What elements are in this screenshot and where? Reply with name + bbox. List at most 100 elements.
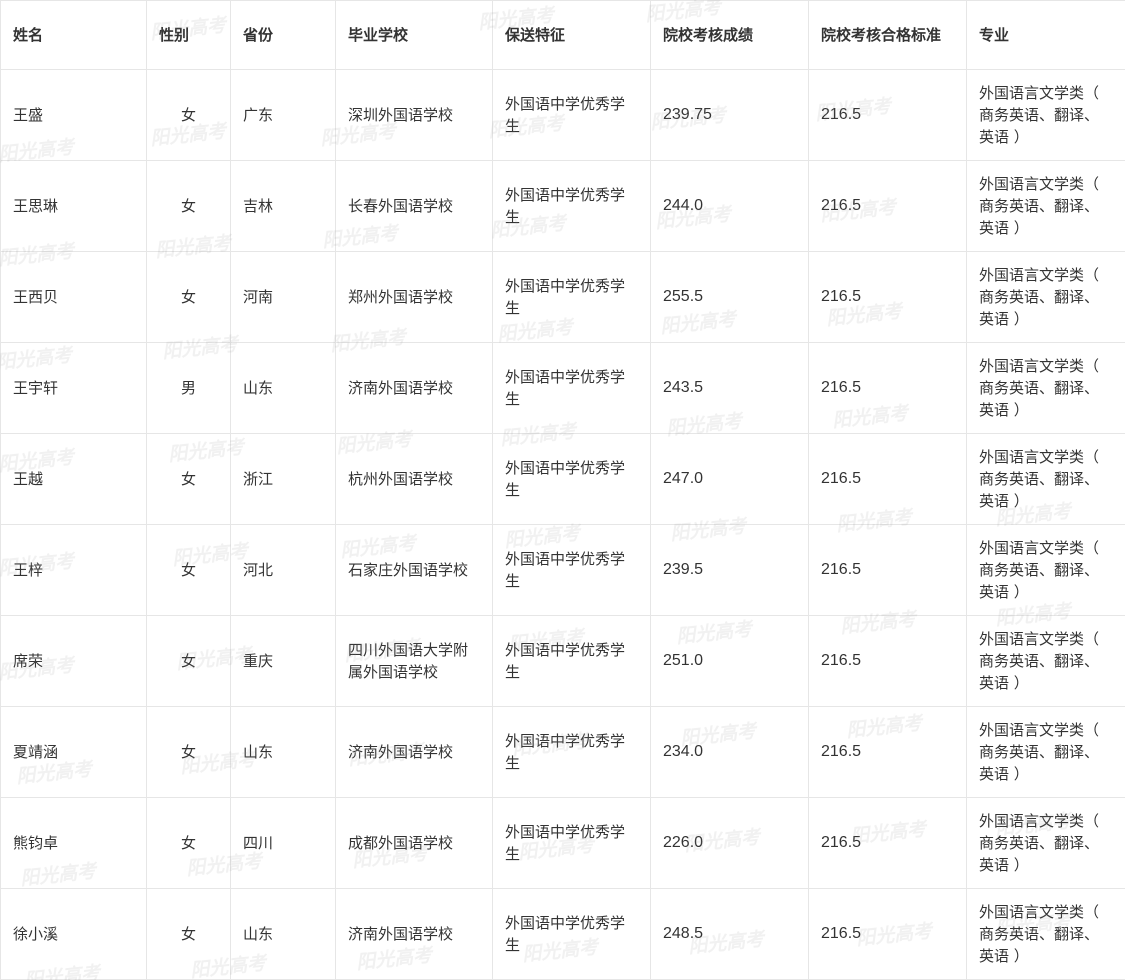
cell-gender: 女 xyxy=(146,797,231,889)
cell-feature: 外国语中学优秀学生 xyxy=(492,797,651,889)
cell-standard: 216.5 xyxy=(808,797,967,889)
cell-major: 外国语言文学类（ 商务英语、翻译、英语 ） xyxy=(966,888,1125,980)
cell-standard: 216.5 xyxy=(808,615,967,707)
cell-major: 外国语言文学类（ 商务英语、翻译、英语 ） xyxy=(966,160,1125,252)
table-row: 王梓女河北 石家庄外国语学校 外国语中学优秀学生 239.5 216.5 外国语言文学类（… xyxy=(0,524,1125,616)
cell-gender: 女 xyxy=(146,69,231,161)
cell-score: 247.0 xyxy=(650,433,809,525)
cell-feature: 外国语中学优秀学生 xyxy=(492,342,651,434)
cell-major: 外国语言文学类（ 商务英语、翻译、英语 ） xyxy=(966,433,1125,525)
cell-school: 成都外国语学校 xyxy=(335,797,493,889)
cell-gender: 男 xyxy=(146,342,231,434)
cell-feature: 外国语中学优秀学生 xyxy=(492,433,651,525)
header-name: 姓名 xyxy=(0,0,147,70)
cell-gender: 女 xyxy=(146,251,231,343)
cell-name: 徐小溪 xyxy=(0,888,147,980)
cell-standard: 216.5 xyxy=(808,706,967,798)
cell-feature: 外国语中学优秀学生 xyxy=(492,160,651,252)
cell-score: 239.5 xyxy=(650,524,809,616)
cell-province: 河北 xyxy=(230,524,336,616)
cell-name: 熊钧卓 xyxy=(0,797,147,889)
cell-name: 王宇轩 xyxy=(0,342,147,434)
header-score: 院校考核成绩 xyxy=(650,0,809,70)
table-row: 王盛女广东 深圳外国语学校 外国语中学优秀学生 239.75 216.5 外国语言文学类（… xyxy=(0,69,1125,161)
cell-province: 广东 xyxy=(230,69,336,161)
cell-name: 王梓 xyxy=(0,524,147,616)
cell-school: 济南外国语学校 xyxy=(335,342,493,434)
cell-gender: 女 xyxy=(146,615,231,707)
cell-gender: 女 xyxy=(146,524,231,616)
cell-school: 济南外国语学校 xyxy=(335,888,493,980)
cell-feature: 外国语中学优秀学生 xyxy=(492,251,651,343)
table-row: 王西贝女河南 郑州外国语学校 外国语中学优秀学生 255.5 216.5 外国语言文学类（… xyxy=(0,251,1125,343)
cell-province: 山东 xyxy=(230,706,336,798)
cell-name: 王越 xyxy=(0,433,147,525)
cell-name: 夏靖涵 xyxy=(0,706,147,798)
table-row: 王宇轩男山东 济南外国语学校 外国语中学优秀学生 243.5 216.5 外国语言文学类（… xyxy=(0,342,1125,434)
cell-province: 重庆 xyxy=(230,615,336,707)
cell-score: 244.0 xyxy=(650,160,809,252)
cell-score: 239.75 xyxy=(650,69,809,161)
cell-name: 席荣 xyxy=(0,615,147,707)
cell-standard: 216.5 xyxy=(808,433,967,525)
cell-school: 石家庄外国语学校 xyxy=(335,524,493,616)
cell-score: 251.0 xyxy=(650,615,809,707)
cell-major: 外国语言文学类（ 商务英语、翻译、英语 ） xyxy=(966,797,1125,889)
cell-score: 234.0 xyxy=(650,706,809,798)
cell-name: 王思琳 xyxy=(0,160,147,252)
table-row: 徐小溪女山东 济南外国语学校 外国语中学优秀学生 248.5 216.5 外国语言文学类（… xyxy=(0,888,1125,980)
cell-feature: 外国语中学优秀学生 xyxy=(492,706,651,798)
cell-standard: 216.5 xyxy=(808,251,967,343)
cell-province: 浙江 xyxy=(230,433,336,525)
table-header: 姓名 性别 省份 毕业学校 保送特征 院校考核成绩 院校考核合格标准 专业 xyxy=(0,0,1125,70)
cell-school: 四川外国语大学附属外国语学校 xyxy=(335,615,493,707)
cell-gender: 女 xyxy=(146,888,231,980)
admission-table: 姓名 性别 省份 毕业学校 保送特征 院校考核成绩 院校考核合格标准 专业 王盛… xyxy=(0,0,1125,980)
cell-major: 外国语言文学类（ 商务英语、翻译、英语 ） xyxy=(966,524,1125,616)
table-row: 王思琳女吉林 长春外国语学校 外国语中学优秀学生 244.0 216.5 外国语言文学类（… xyxy=(0,160,1125,252)
cell-standard: 216.5 xyxy=(808,524,967,616)
header-standard: 院校考核合格标准 xyxy=(808,0,967,70)
cell-school: 济南外国语学校 xyxy=(335,706,493,798)
cell-major: 外国语言文学类（ 商务英语、翻译、英语 ） xyxy=(966,342,1125,434)
table-row: 夏靖涵女山东 济南外国语学校 外国语中学优秀学生 234.0 216.5 外国语言文学类（… xyxy=(0,706,1125,798)
cell-feature: 外国语中学优秀学生 xyxy=(492,888,651,980)
cell-province: 四川 xyxy=(230,797,336,889)
header-row: 姓名 性别 省份 毕业学校 保送特征 院校考核成绩 院校考核合格标准 专业 xyxy=(0,0,1125,70)
cell-gender: 女 xyxy=(146,706,231,798)
cell-feature: 外国语中学优秀学生 xyxy=(492,69,651,161)
cell-province: 山东 xyxy=(230,342,336,434)
header-school: 毕业学校 xyxy=(335,0,493,70)
cell-name: 王西贝 xyxy=(0,251,147,343)
cell-major: 外国语言文学类（ 商务英语、翻译、英语 ） xyxy=(966,69,1125,161)
table-row: 熊钧卓女四川 成都外国语学校 外国语中学优秀学生 226.0 216.5 外国语言文学类（… xyxy=(0,797,1125,889)
cell-score: 243.5 xyxy=(650,342,809,434)
cell-school: 郑州外国语学校 xyxy=(335,251,493,343)
header-major: 专业 xyxy=(966,0,1125,70)
cell-school: 杭州外国语学校 xyxy=(335,433,493,525)
header-gender: 性别 xyxy=(146,0,231,70)
cell-province: 河南 xyxy=(230,251,336,343)
cell-standard: 216.5 xyxy=(808,160,967,252)
cell-major: 外国语言文学类（ 商务英语、翻译、英语 ） xyxy=(966,615,1125,707)
cell-school: 深圳外国语学校 xyxy=(335,69,493,161)
cell-province: 吉林 xyxy=(230,160,336,252)
cell-gender: 女 xyxy=(146,160,231,252)
header-province: 省份 xyxy=(230,0,336,70)
cell-standard: 216.5 xyxy=(808,69,967,161)
table-row: 王越女浙江 杭州外国语学校 外国语中学优秀学生 247.0 216.5 外国语言文学类（ … xyxy=(0,433,1125,525)
cell-standard: 216.5 xyxy=(808,888,967,980)
cell-major: 外国语言文学类（ 商务英语、翻译、英语 ） xyxy=(966,251,1125,343)
cell-standard: 216.5 xyxy=(808,342,967,434)
cell-feature: 外国语中学优秀学生 xyxy=(492,524,651,616)
cell-score: 248.5 xyxy=(650,888,809,980)
cell-feature: 外国语中学优秀学生 xyxy=(492,615,651,707)
cell-score: 226.0 xyxy=(650,797,809,889)
cell-school: 长春外国语学校 xyxy=(335,160,493,252)
table-body: 王盛女广东 深圳外国语学校 外国语中学优秀学生 239.75 216.5 外国语言文学类（… xyxy=(0,69,1125,980)
cell-score: 255.5 xyxy=(650,251,809,343)
cell-province: 山东 xyxy=(230,888,336,980)
cell-major: 外国语言文学类（ 商务英语、翻译、英语 ） xyxy=(966,706,1125,798)
header-feature: 保送特征 xyxy=(492,0,651,70)
cell-gender: 女 xyxy=(146,433,231,525)
